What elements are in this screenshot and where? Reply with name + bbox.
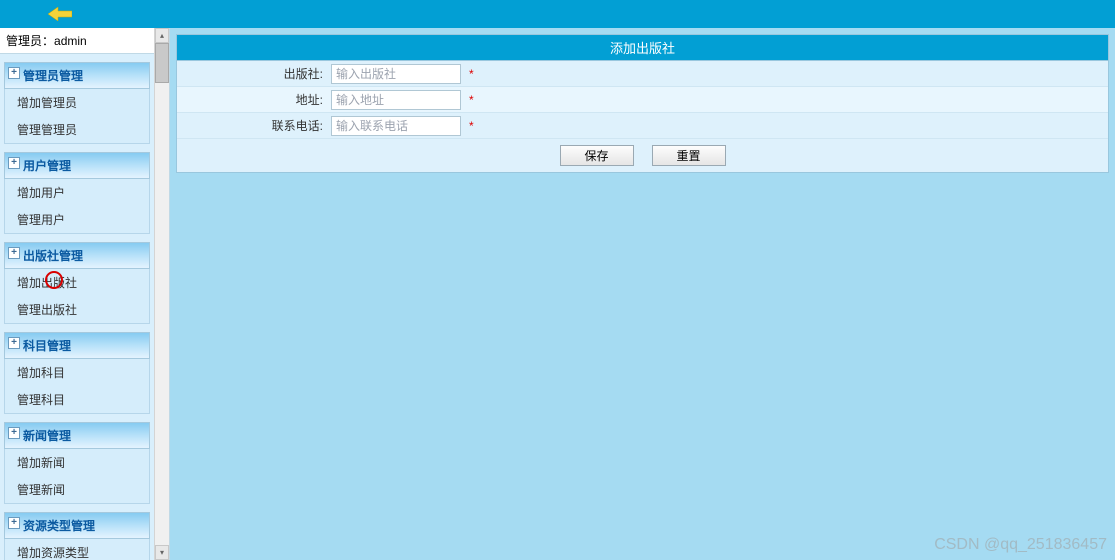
panel-title: 添加出版社 [177,35,1108,61]
save-button[interactable]: 保存 [560,145,634,166]
admin-info: 管理员：admin [0,28,154,54]
menu-header-resource[interactable]: 资源类型管理 [4,512,150,539]
sidebar: 管理员：admin 管理员管理 增加管理员 管理管理员 用户管理 增加用户 管理… [0,28,170,560]
sidebar-item-manage-admin[interactable]: 管理管理员 [5,116,149,143]
menu-group-resource: 资源类型管理 增加资源类型 管理资源类型 [4,512,150,560]
input-address[interactable] [331,90,461,110]
admin-name: admin [54,34,87,48]
sidebar-item-manage-subject[interactable]: 管理科目 [5,386,149,413]
sidebar-item-manage-user[interactable]: 管理用户 [5,206,149,233]
menu-group-news: 新闻管理 增加新闻 管理新闻 [4,422,150,504]
scrollbar[interactable]: ▴ ▾ [154,28,169,560]
reset-button[interactable]: 重置 [652,145,726,166]
menu-header-subject[interactable]: 科目管理 [4,332,150,359]
label-address: 地址: [177,91,327,108]
menu-header-admin[interactable]: 管理员管理 [4,62,150,89]
scroll-down-icon[interactable]: ▾ [155,545,169,560]
menu-group-user: 用户管理 增加用户 管理用户 [4,152,150,234]
menu-header-publisher[interactable]: 出版社管理 [4,242,150,269]
menu-group-publisher: 出版社管理 增加出版社 管理出版社 [4,242,150,324]
sidebar-item-add-resource[interactable]: 增加资源类型 [5,539,149,560]
input-phone[interactable] [331,116,461,136]
required-mark: * [469,93,474,107]
sidebar-item-add-subject[interactable]: 增加科目 [5,359,149,386]
menu-header-user[interactable]: 用户管理 [4,152,150,179]
admin-prefix: 管理员： [6,34,54,48]
form-panel: 添加出版社 出版社: * 地址: * 联系电话: * [176,34,1109,173]
topbar [0,0,1115,28]
menu-group-admin: 管理员管理 增加管理员 管理管理员 [4,62,150,144]
required-mark: * [469,119,474,133]
sidebar-item-manage-news[interactable]: 管理新闻 [5,476,149,503]
scroll-up-icon[interactable]: ▴ [155,28,169,43]
sidebar-item-add-admin[interactable]: 增加管理员 [5,89,149,116]
label-publisher: 出版社: [177,65,327,82]
button-row: 保存 重置 [177,139,1108,172]
menu-header-news[interactable]: 新闻管理 [4,422,150,449]
row-phone: 联系电话: * [177,113,1108,139]
input-publisher[interactable] [331,64,461,84]
sidebar-item-manage-publisher[interactable]: 管理出版社 [5,296,149,323]
label-phone: 联系电话: [177,117,327,134]
row-address: 地址: * [177,87,1108,113]
back-arrow-icon[interactable] [48,7,72,21]
required-mark: * [469,67,474,81]
sidebar-item-add-user[interactable]: 增加用户 [5,179,149,206]
row-publisher: 出版社: * [177,61,1108,87]
scroll-thumb[interactable] [155,43,169,83]
menu-group-subject: 科目管理 增加科目 管理科目 [4,332,150,414]
sidebar-item-add-news[interactable]: 增加新闻 [5,449,149,476]
sidebar-item-add-publisher[interactable]: 增加出版社 [5,269,149,296]
content-area: 添加出版社 出版社: * 地址: * 联系电话: * [170,28,1115,560]
